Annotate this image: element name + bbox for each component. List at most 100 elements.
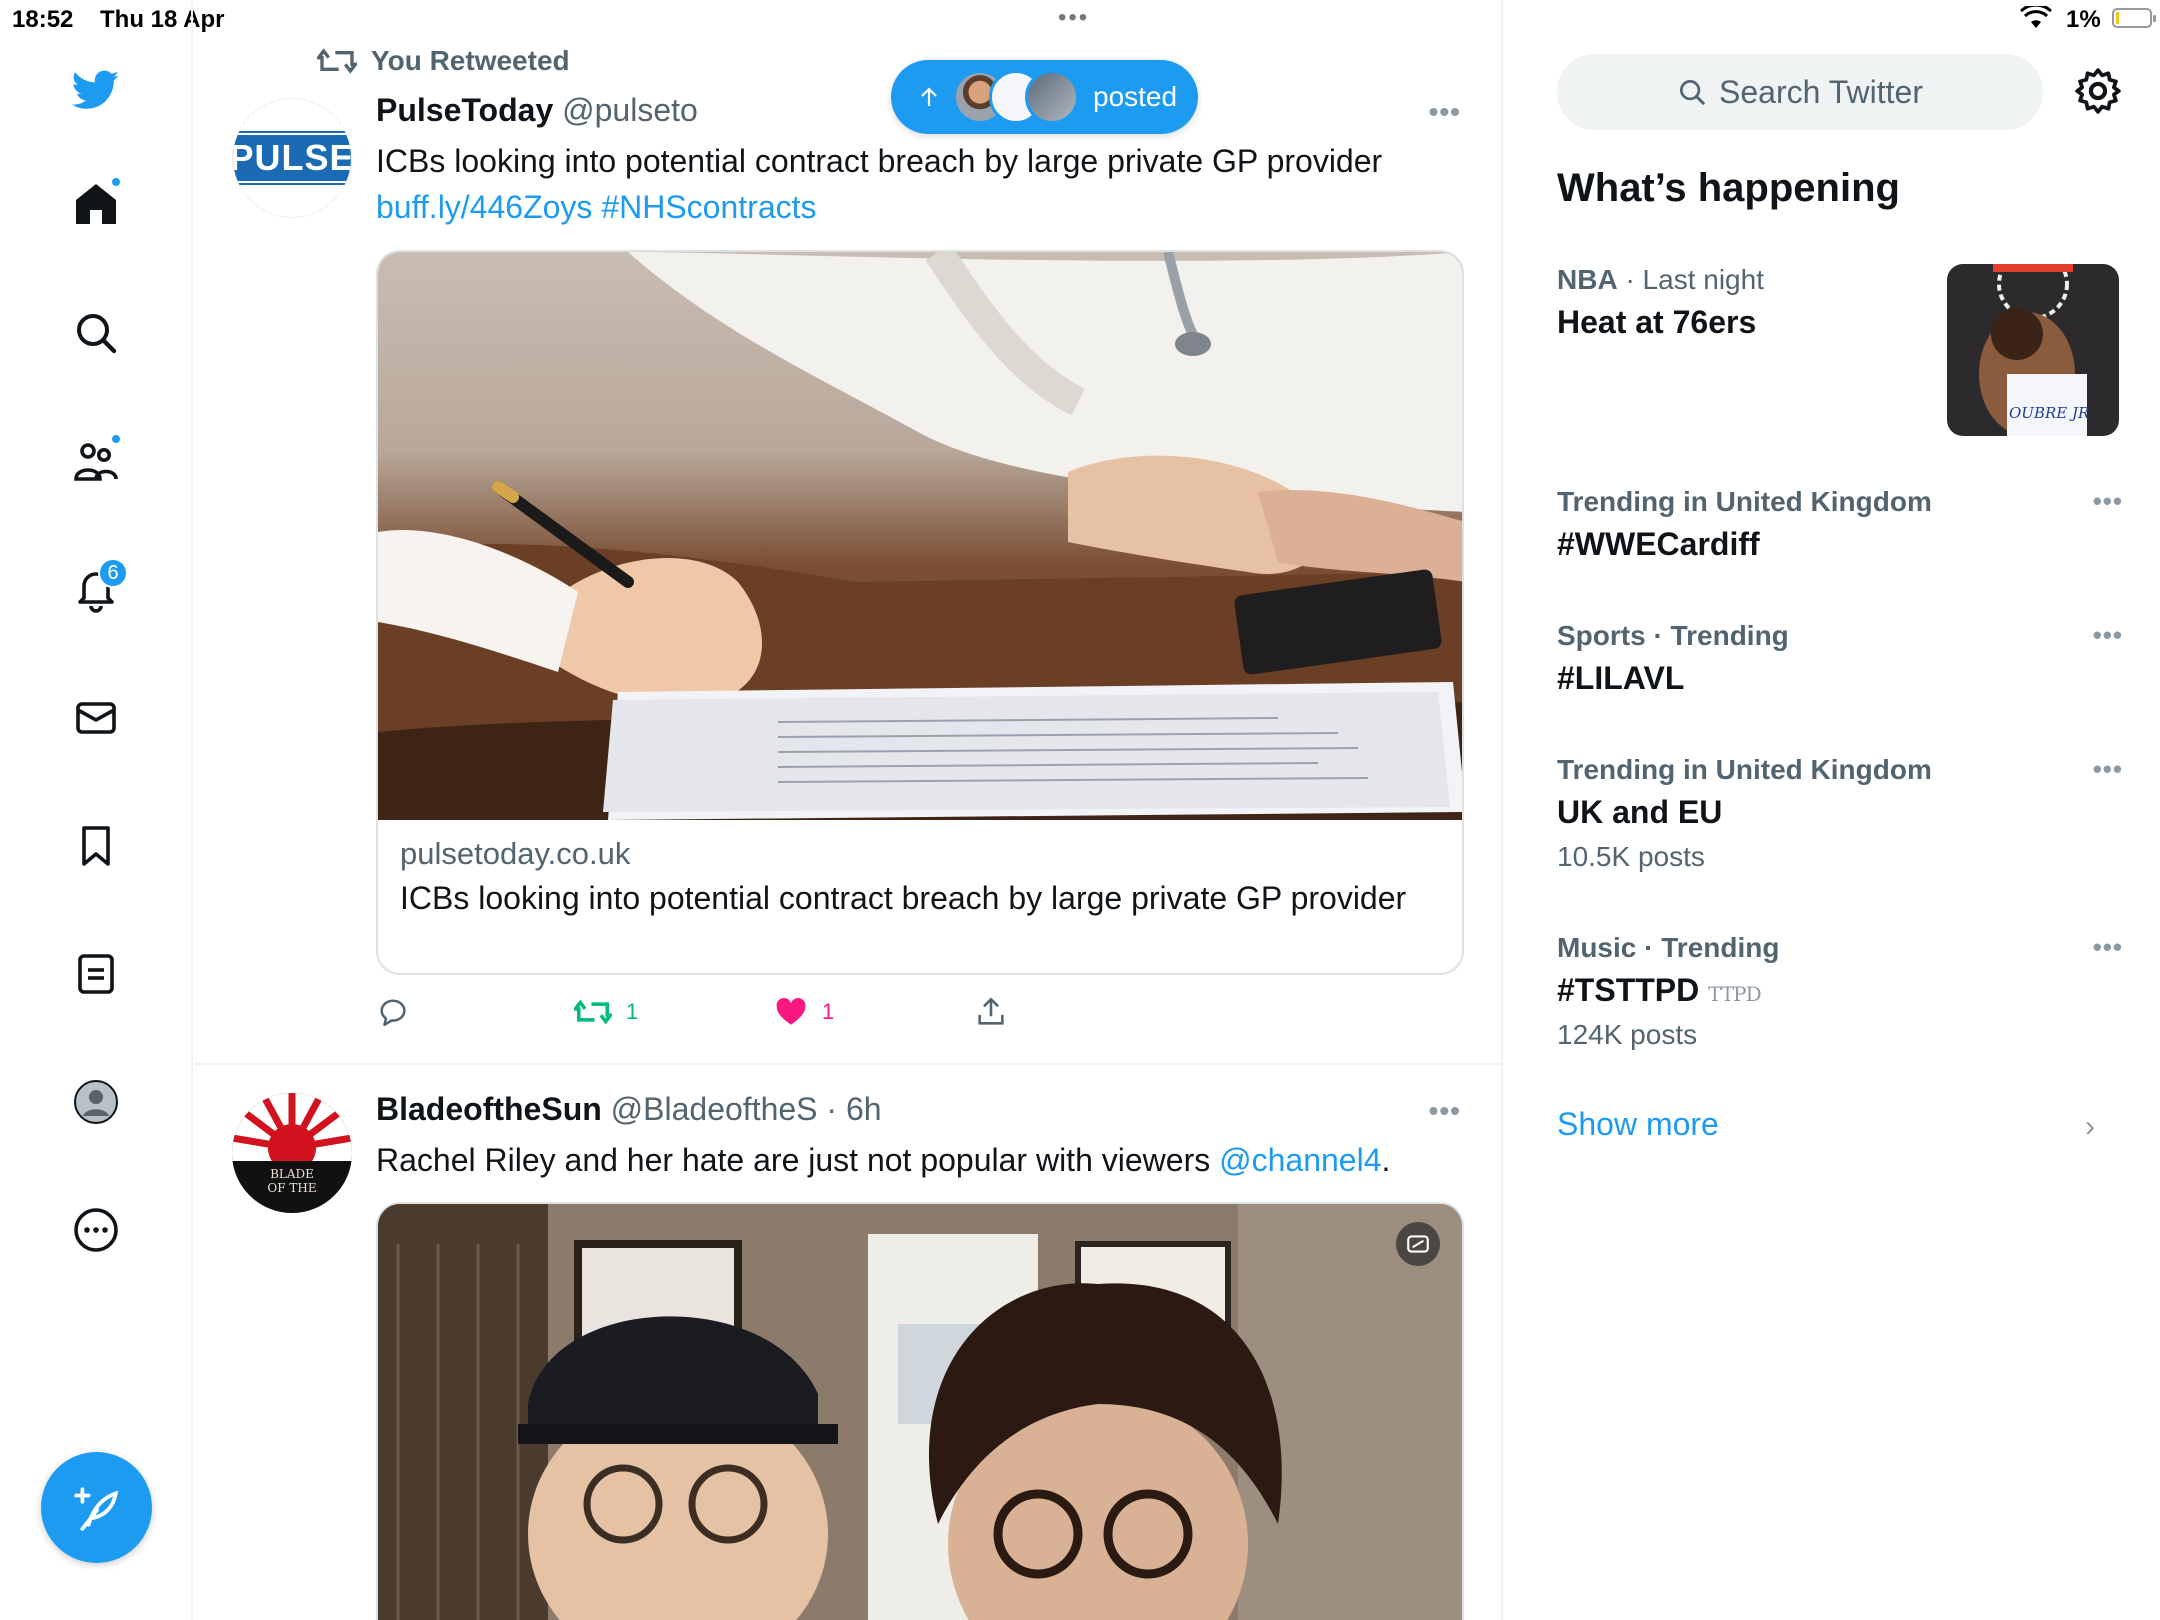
trend-thumbnail: OUBRE JR	[1947, 264, 2119, 436]
nav-messages[interactable]	[58, 680, 134, 756]
link-card[interactable]: pulsetoday.co.uk ICBs looking into poten…	[376, 250, 1464, 975]
retweet-icon	[317, 48, 357, 74]
avatar[interactable]: BLADE OF THE	[232, 1093, 352, 1213]
media-options-icon[interactable]	[1396, 1222, 1440, 1266]
tweet-mention[interactable]: @channel4	[1219, 1142, 1381, 1178]
tweet-video[interactable]	[376, 1202, 1464, 1620]
chevron-right-icon: ›	[2085, 1110, 2095, 1143]
search-placeholder: Search Twitter	[1719, 73, 1923, 110]
compose-tweet-button[interactable]	[41, 1452, 152, 1563]
reply-icon	[380, 999, 406, 1027]
author-handle[interactable]: @BladeoftheS · 6h	[611, 1091, 882, 1127]
notifications-badge: 6	[98, 558, 128, 588]
trend-thumbnail-caption: OUBRE JR	[2009, 404, 2090, 422]
trend-title: #LILAVL	[1557, 660, 1685, 696]
like-button[interactable]: 1	[774, 995, 834, 1029]
reply-button[interactable]	[376, 995, 410, 1029]
tweet-link[interactable]: buff.ly/446Zoys	[376, 189, 592, 225]
more-circle-icon	[74, 1208, 118, 1252]
search-icon	[77, 314, 117, 354]
retweeted-label: You Retweeted	[371, 45, 570, 76]
trend-item[interactable]: Trending in United Kingdom #WWECardiff •…	[1557, 486, 2122, 563]
tweet-header: BladeoftheSun @BladeoftheS · 6h	[376, 1091, 882, 1128]
tweet-more-icon[interactable]: •••	[1429, 1095, 1461, 1127]
trend-category: Trending in United Kingdom	[1557, 486, 1932, 517]
author-name[interactable]: BladeoftheSun	[376, 1091, 602, 1127]
tweet-actions: 1 1	[376, 995, 1076, 1035]
tweet[interactable]: You Retweeted PULSE PulseToday @pulseto …	[195, 0, 1501, 1065]
trend-more-icon[interactable]: •••	[2093, 754, 2123, 785]
compose-feather-icon	[73, 1486, 118, 1531]
communities-unread-dot	[110, 433, 122, 445]
link-card-title: ICBs looking into potential contract bre…	[400, 880, 1407, 916]
trend-item[interactable]: Sports · Trending #LILAVL •••	[1557, 620, 2122, 697]
nav-notifications[interactable]: 6	[58, 552, 134, 628]
left-navigation: 6	[0, 0, 193, 1620]
twitter-logo-icon[interactable]	[58, 52, 134, 128]
pulse-logo: PULSE	[233, 131, 351, 185]
trend-title-text: #TSTTPD	[1557, 972, 1700, 1008]
trend-item[interactable]: Trending in United Kingdom UK and EU 10.…	[1557, 754, 2122, 873]
tweet-body-end: .	[1381, 1142, 1391, 1178]
avatar[interactable]: PULSE	[232, 98, 352, 218]
tweet-text: ICBs looking into potential contract bre…	[376, 138, 1476, 230]
search-input[interactable]: Search Twitter	[1557, 54, 2043, 130]
arrow-up-icon	[921, 87, 937, 106]
trend-category: Sports · Trending	[1557, 620, 1789, 651]
home-timeline[interactable]: You Retweeted PULSE PulseToday @pulseto …	[195, 0, 1503, 1620]
tweet-body: Rachel Riley and her hate are just not p…	[376, 1142, 1220, 1178]
trend-item[interactable]: NBA · Last night Heat at 76ers OUBRE JR	[1557, 264, 2119, 436]
link-card-meta: pulsetoday.co.uk ICBs looking into poten…	[378, 820, 1462, 934]
tweet-text: Rachel Riley and her hate are just not p…	[376, 1137, 1476, 1183]
trend-more-icon[interactable]: •••	[2093, 486, 2123, 517]
share-button[interactable]	[974, 995, 1008, 1029]
search-icon	[1680, 80, 1705, 105]
settings-gear-icon[interactable]	[2073, 66, 2123, 116]
trend-title: UK and EU	[1557, 794, 1723, 830]
retweeted-indicator: You Retweeted	[317, 44, 570, 78]
trend-meta: · Last night	[1617, 264, 1764, 295]
trend-title: #WWECardiff	[1557, 526, 1760, 562]
tweet-header: PulseToday @pulseto	[376, 92, 698, 129]
bookmark-icon	[82, 826, 110, 866]
heart-filled-icon	[776, 997, 806, 1025]
link-card-image	[378, 252, 1462, 820]
trend-more-icon[interactable]: •••	[2093, 932, 2123, 963]
retweet-count: 1	[626, 999, 639, 1024]
trend-post-count: 124K posts	[1557, 1019, 1698, 1050]
link-card-domain: pulsetoday.co.uk	[400, 836, 631, 871]
right-sidebar: Search Twitter What’s happening NBA · La…	[1505, 0, 2160, 1620]
tweet[interactable]: BLADE OF THE BladeoftheSun @BladeoftheS …	[195, 1065, 1501, 1620]
envelope-icon	[76, 702, 116, 734]
author-handle[interactable]: @pulseto	[562, 92, 698, 128]
trend-hashflag-icon: TTPD	[1708, 982, 1762, 1006]
home-unread-dot	[110, 176, 122, 188]
author-name[interactable]: PulseToday	[376, 92, 553, 128]
show-more-link[interactable]: Show more	[1557, 1106, 1719, 1143]
tweet-hashtag[interactable]: #NHScontracts	[601, 189, 816, 225]
tweet-more-icon[interactable]: •••	[1429, 96, 1461, 128]
nav-more[interactable]	[58, 1192, 134, 1268]
trend-more-icon[interactable]: •••	[2093, 620, 2123, 651]
retweet-button[interactable]: 1	[574, 995, 638, 1029]
nav-communities[interactable]	[58, 423, 134, 499]
video-frame	[378, 1204, 1462, 1620]
tweet-body: ICBs looking into potential contract bre…	[376, 143, 1383, 179]
pill-label: posted	[1093, 81, 1178, 112]
nav-explore[interactable]	[58, 295, 134, 371]
like-count: 1	[822, 999, 835, 1024]
avatar-icon	[74, 1080, 118, 1124]
trend-category: NBA	[1557, 264, 1618, 295]
trend-category: Trending in United Kingdom	[1557, 754, 1932, 785]
retweet-active-icon	[574, 999, 612, 1025]
avatar-caption: BLADE OF THE	[267, 1167, 317, 1195]
nav-bookmarks[interactable]	[58, 808, 134, 884]
nav-lists[interactable]	[58, 936, 134, 1012]
trend-category: Music · Trending	[1557, 932, 1780, 963]
trend-item[interactable]: Music · Trending #TSTTPD TTPD 124K posts…	[1557, 932, 2122, 1051]
whats-happening-title: What’s happening	[1557, 166, 1900, 210]
nav-home[interactable]	[58, 166, 134, 242]
new-posts-pill[interactable]: posted	[891, 60, 1198, 134]
nav-profile[interactable]	[58, 1064, 134, 1140]
trend-title: #TSTTPD TTPD	[1557, 972, 2117, 1009]
